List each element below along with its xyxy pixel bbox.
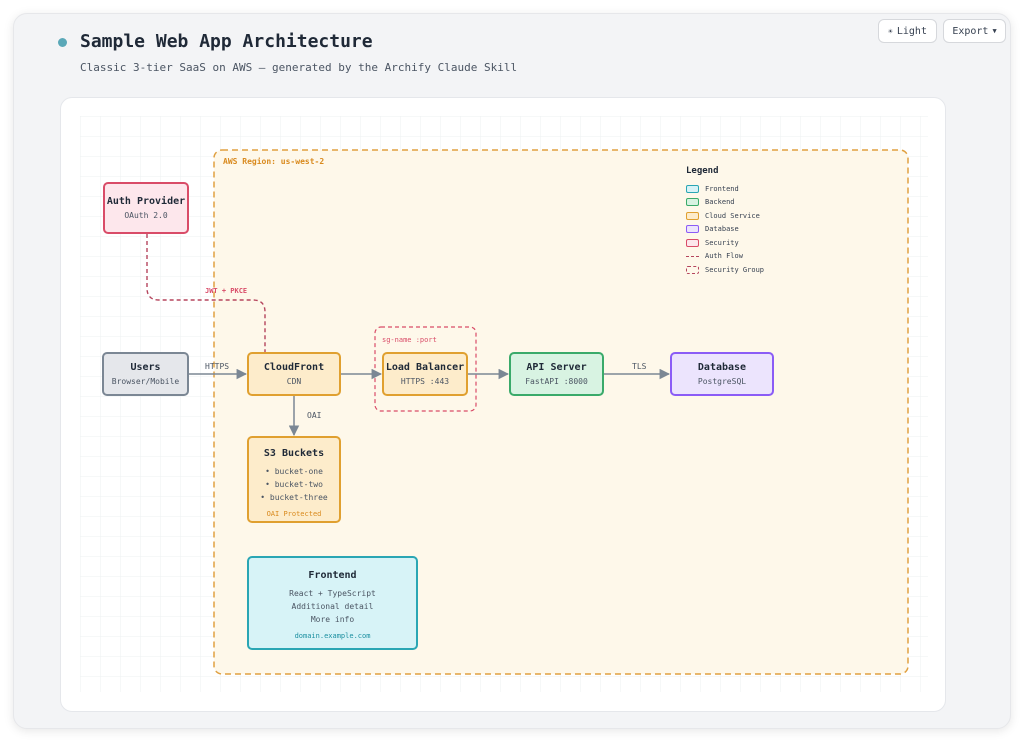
- legend-swatch: [686, 198, 699, 207]
- node-api-server[interactable]: API Server FastAPI :8000: [509, 352, 604, 396]
- node-database-subtitle: PostgreSQL: [697, 377, 747, 386]
- frontend-detail-line: React + TypeScript: [289, 589, 376, 598]
- node-frontend[interactable]: Frontend React + TypeScript Additional d…: [247, 556, 418, 650]
- node-load-balancer[interactable]: Load Balancer HTTPS :443: [382, 352, 468, 396]
- legend-item-label: Backend: [705, 198, 735, 207]
- legend-title: Legend: [686, 166, 719, 176]
- node-s3-buckets-title: S3 Buckets: [263, 448, 325, 459]
- legend-swatch: [686, 238, 699, 247]
- legend-item-label: Security: [705, 238, 739, 247]
- node-database-title: Database: [697, 362, 747, 373]
- node-load-balancer-subtitle: HTTPS :443: [400, 377, 450, 386]
- node-auth-provider[interactable]: Auth Provider OAuth 2.0: [103, 182, 189, 234]
- node-users[interactable]: Users Browser/Mobile: [102, 352, 189, 396]
- legend-item-label: Cloud Service: [705, 211, 760, 220]
- legend-item-database: Database: [686, 223, 764, 237]
- edge-label-https: HTTPS: [205, 362, 230, 371]
- node-cloudfront-title: CloudFront: [263, 362, 325, 373]
- node-auth-provider-title: Auth Provider: [106, 196, 186, 207]
- node-cloudfront[interactable]: CloudFront CDN: [247, 352, 341, 396]
- region-label: AWS Region: us-west-2: [223, 157, 325, 166]
- oai-protected-note: OAI Protected: [266, 510, 322, 518]
- legend-item-label: Database: [705, 225, 739, 234]
- frontend-domain-link[interactable]: domain.example.com: [295, 631, 371, 642]
- legend-item-label: Auth Flow: [705, 252, 743, 261]
- legend-item-frontend: Frontend: [686, 182, 764, 196]
- legend-swatch: [686, 265, 699, 274]
- legend-item-cloud-service: Cloud Service: [686, 209, 764, 223]
- node-users-title: Users: [130, 362, 161, 373]
- node-api-server-subtitle: FastAPI :8000: [525, 377, 588, 386]
- legend-swatch: [686, 255, 699, 257]
- node-users-subtitle: Browser/Mobile: [111, 377, 180, 386]
- frontend-detail-line: Additional detail: [291, 602, 374, 611]
- edge-label-tls: TLS: [632, 362, 647, 371]
- legend-item-label: Security Group: [705, 265, 765, 274]
- bucket-list-item: • bucket-one: [265, 467, 323, 476]
- bucket-list-item: • bucket-two: [265, 480, 323, 489]
- legend-swatch: [686, 225, 699, 234]
- legend-swatch: [686, 184, 699, 193]
- legend-item-security-group: Security Group: [686, 263, 764, 277]
- edge-label-oai: OAI: [307, 411, 322, 420]
- node-s3-buckets[interactable]: S3 Buckets • bucket-one • bucket-two • b…: [247, 436, 341, 523]
- node-database[interactable]: Database PostgreSQL: [670, 352, 774, 396]
- node-api-server-title: API Server: [526, 362, 587, 373]
- legend-item-auth-flow: Auth Flow: [686, 250, 764, 264]
- legend-item-security: Security: [686, 236, 764, 250]
- node-cloudfront-subtitle: CDN: [286, 377, 302, 386]
- bucket-list-item: • bucket-three: [260, 493, 328, 502]
- legend-item-label: Frontend: [705, 184, 739, 193]
- frontend-detail-line: More info: [310, 615, 355, 624]
- edge-label-jwt: JWT + PKCE: [205, 287, 248, 295]
- legend-swatch: [686, 211, 699, 220]
- node-auth-provider-subtitle: OAuth 2.0: [124, 211, 168, 220]
- node-load-balancer-title: Load Balancer: [385, 362, 465, 373]
- node-frontend-title: Frontend: [308, 570, 357, 581]
- legend-item-backend: Backend: [686, 196, 764, 210]
- security-group-label: sg-name :port: [382, 336, 437, 344]
- legend: Legend Frontend Backend Cloud Service Da…: [686, 166, 764, 277]
